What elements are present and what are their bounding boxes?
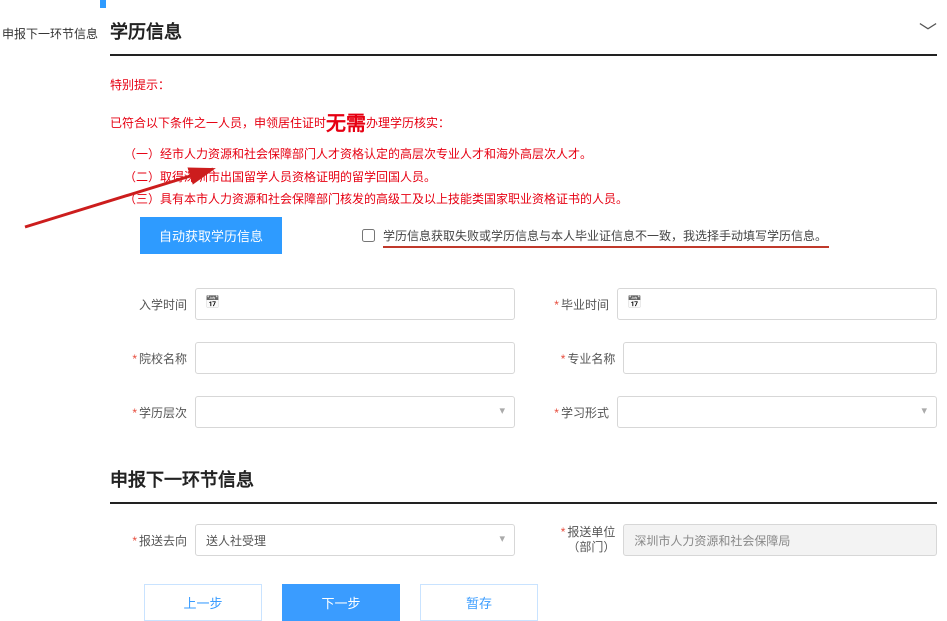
section-title: 学历信息	[110, 18, 182, 44]
manual-entry-label[interactable]: 学历信息获取失败或学历信息与本人毕业证信息不一致，我选择手动填写学历信息。	[383, 227, 827, 244]
label-form: *学习形式	[540, 404, 617, 421]
label-unit: *报送单位（部门）	[540, 525, 623, 556]
notice-item-1: （一）经市人力资源和社会保障部门人才资格认定的高层次专业人才和海外高层次人才。	[110, 143, 937, 166]
enroll-date-input[interactable]	[195, 288, 515, 320]
notice-item-3: （三）具有本市人力资源和社会保障部门核发的高级工及以上技能类国家职业资格证书的人…	[110, 188, 937, 211]
education-form: 入学时间 *毕业时间 *院校名称 *专业名称 *学历层次	[110, 288, 937, 428]
unit-input	[623, 524, 937, 556]
label-dest: *报送去向	[110, 532, 195, 549]
label-level: *学历层次	[110, 404, 195, 421]
grad-date-input[interactable]	[617, 288, 937, 320]
label-major: *专业名称	[540, 350, 623, 367]
underline-annotation	[383, 246, 829, 248]
sidebar-item-label: 申报下一环节信息	[2, 27, 98, 41]
save-draft-button[interactable]: 暂存	[420, 584, 538, 621]
section-next-step-header: 申报下一环节信息	[110, 450, 937, 504]
dest-select[interactable]	[195, 524, 515, 556]
notice-line-1: 特别提示：	[110, 74, 937, 97]
next-button[interactable]: 下一步	[282, 584, 400, 621]
sidebar-item-next-step[interactable]: 申报下一环节信息	[0, 25, 100, 42]
manual-entry-checkbox[interactable]	[362, 229, 375, 242]
nav-active-indicator	[100, 0, 106, 8]
notice-item-2: （二）取得深圳市出国留学人员资格证明的留学回国人员。	[110, 166, 937, 189]
prev-button[interactable]: 上一步	[144, 584, 262, 621]
chevron-down-icon: ﹀	[919, 18, 937, 44]
auto-fetch-button[interactable]: 自动获取学历信息	[140, 217, 282, 254]
school-input[interactable]	[195, 342, 515, 374]
form-select[interactable]	[617, 396, 937, 428]
notice-line-2: 已符合以下条件之一人员，申领居住证时无需办理学历核实：	[110, 105, 937, 143]
level-select[interactable]	[195, 396, 515, 428]
major-input[interactable]	[623, 342, 937, 374]
notice-block: 特别提示： 已符合以下条件之一人员，申领居住证时无需办理学历核实： （一）经市人…	[110, 74, 937, 211]
label-school: *院校名称	[110, 350, 195, 367]
section-title: 申报下一环节信息	[110, 466, 937, 492]
label-enroll-date: 入学时间	[110, 296, 195, 313]
next-step-form: *报送去向 *报送单位（部门）	[110, 524, 937, 556]
section-education-header[interactable]: 学历信息 ﹀	[110, 0, 937, 56]
label-grad-date: *毕业时间	[540, 296, 617, 313]
